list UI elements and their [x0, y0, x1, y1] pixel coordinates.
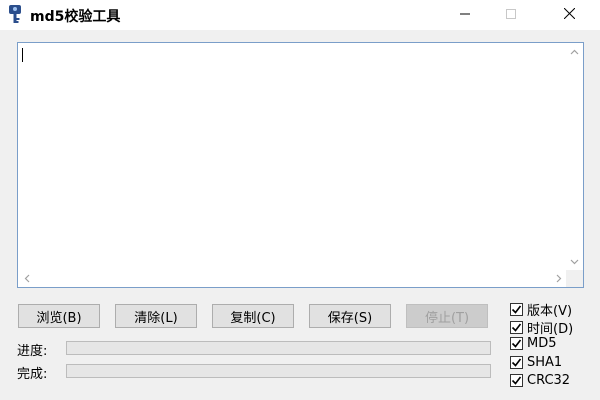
maximize-button[interactable]: [488, 0, 534, 30]
checkbox-box[interactable]: [510, 337, 523, 350]
text-caret: [22, 48, 23, 62]
checkmark-icon: [511, 358, 522, 367]
checkmark-icon: [511, 376, 522, 385]
checkmark-icon: [511, 323, 522, 332]
minimize-button[interactable]: [442, 0, 488, 30]
window-title: md5校验工具: [30, 9, 121, 25]
option-checkbox-3[interactable]: SHA1: [510, 355, 562, 370]
option-checkbox-1[interactable]: 时间(D): [510, 318, 573, 337]
progress-label: 进度:: [17, 344, 48, 359]
minimize-icon: [460, 8, 470, 23]
complete-label: 完成:: [17, 367, 48, 382]
key-icon: [7, 4, 23, 24]
vertical-scrollbar[interactable]: [566, 43, 583, 270]
clear-button[interactable]: 清除(L): [115, 304, 197, 328]
progress-bar: [66, 341, 491, 355]
option-label: MD5: [527, 336, 557, 351]
option-label: 时间(D): [527, 322, 574, 337]
complete-bar: [66, 364, 491, 378]
scroll-down-icon[interactable]: [566, 253, 583, 270]
result-textarea[interactable]: [17, 42, 584, 288]
scroll-right-icon[interactable]: [550, 270, 567, 287]
copy-button[interactable]: 复制(C): [212, 304, 294, 328]
option-checkbox-4[interactable]: CRC32: [510, 373, 570, 388]
checkmark-icon: [511, 305, 522, 314]
title-bar[interactable]: md5校验工具: [0, 0, 600, 30]
scroll-up-icon[interactable]: [566, 43, 583, 60]
checkbox-box[interactable]: [510, 374, 523, 387]
option-label: SHA1: [527, 355, 563, 370]
option-label: 版本(V): [527, 304, 573, 319]
checkbox-box[interactable]: [510, 303, 523, 316]
scroll-left-icon[interactable]: [18, 270, 35, 287]
checkbox-box[interactable]: [510, 356, 523, 369]
close-button[interactable]: [546, 0, 592, 30]
scroll-corner: [566, 270, 583, 287]
client-area: 浏览(B) 清除(L) 复制(C) 保存(S) 停止(T) 进度: 完成: 版本…: [0, 30, 600, 400]
option-checkbox-2[interactable]: MD5: [510, 336, 557, 351]
stop-button[interactable]: 停止(T): [406, 304, 488, 328]
close-icon: [563, 7, 575, 23]
option-checkbox-0[interactable]: 版本(V): [510, 300, 572, 319]
maximize-icon: [506, 8, 516, 23]
checkbox-box[interactable]: [510, 321, 523, 334]
checkmark-icon: [511, 339, 522, 348]
horizontal-scrollbar[interactable]: [18, 270, 567, 287]
option-label: CRC32: [527, 373, 571, 388]
browse-button[interactable]: 浏览(B): [18, 304, 100, 328]
save-button[interactable]: 保存(S): [309, 304, 391, 328]
